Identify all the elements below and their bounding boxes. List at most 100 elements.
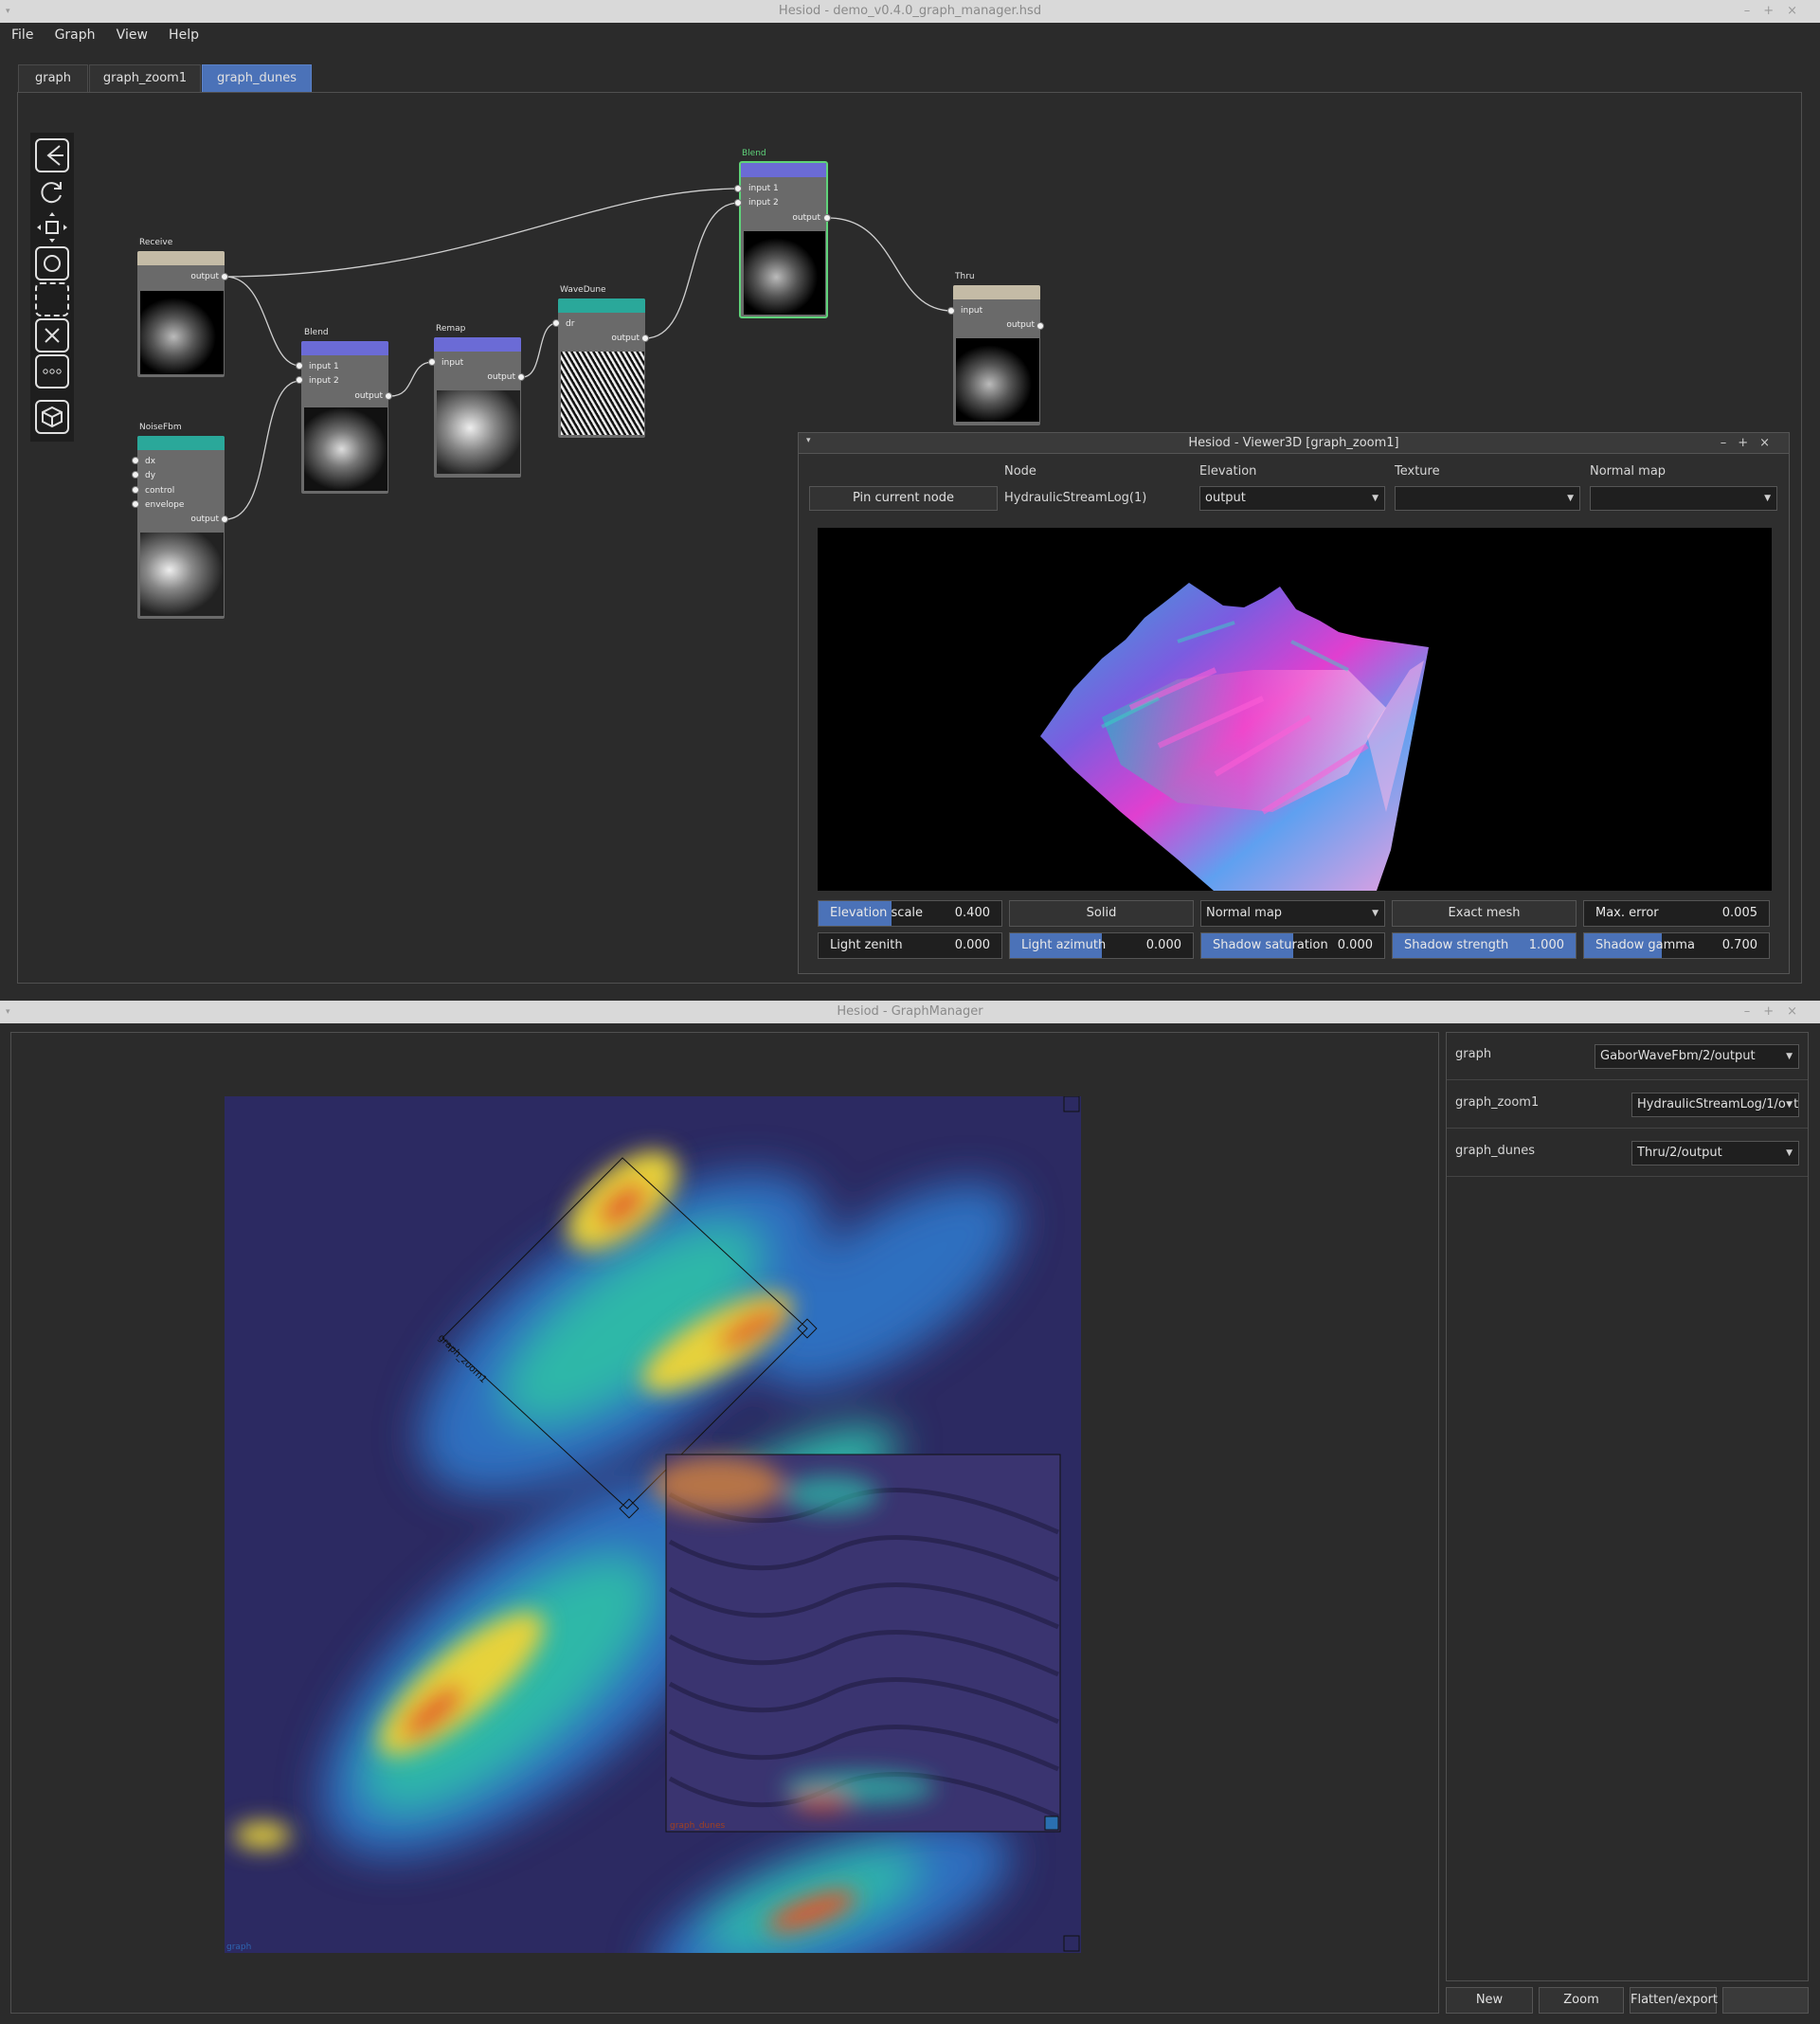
- port-dot[interactable]: [947, 307, 955, 315]
- chevron-down-icon: ▼: [1786, 1148, 1793, 1158]
- viewer3d-canvas[interactable]: [818, 528, 1772, 891]
- port-dot[interactable]: [385, 392, 392, 400]
- window-gap: [0, 985, 1820, 1001]
- render-mode-value: Normal map: [1206, 906, 1283, 920]
- port-input-1: input 1: [748, 184, 779, 193]
- node-header: [953, 285, 1040, 299]
- port-dot[interactable]: [296, 376, 303, 384]
- port-dot[interactable]: [221, 515, 228, 523]
- elevation-scale-slider[interactable]: Elevation scale 0.400: [818, 900, 1002, 927]
- flatten-export-button[interactable]: Flatten/export: [1630, 1987, 1718, 2014]
- slider-label: Light zenith: [830, 938, 903, 952]
- node-header: [301, 341, 388, 355]
- label-normal-map: Normal map: [1590, 464, 1667, 479]
- slider-value: 0.000: [1337, 938, 1373, 952]
- viewer3d-title: Hesiod - Viewer3D [graph_zoom1]: [1188, 436, 1399, 450]
- node-title-thru: Thru: [955, 272, 975, 281]
- slider-value: 1.000: [1528, 938, 1564, 952]
- elevation-select-value: output: [1205, 491, 1246, 505]
- port-output: output: [792, 213, 820, 223]
- port-dot[interactable]: [1036, 322, 1044, 330]
- node-wavedune[interactable]: dr output: [557, 298, 646, 439]
- viewer3d-window-controls[interactable]: –+×: [1721, 433, 1781, 454]
- graph-name: graph_zoom1: [1455, 1095, 1540, 1110]
- chevron-down-icon: ▼: [1372, 909, 1379, 918]
- node-preview: [140, 533, 224, 616]
- port-dot[interactable]: [296, 362, 303, 370]
- port-dot[interactable]: [734, 185, 742, 192]
- graph-name: graph: [1455, 1047, 1492, 1061]
- graph-output-select[interactable]: HydraulicStreamLog/1/outp ▼: [1631, 1093, 1799, 1117]
- window-controls[interactable]: –+×: [1744, 1001, 1811, 1023]
- heightmap-graph[interactable]: graph_zoom1 graph_dunes graph: [225, 1096, 1081, 1953]
- port-dot[interactable]: [132, 486, 139, 494]
- heightmap-render: graph_zoom1 graph_dunes graph: [225, 1096, 1081, 1953]
- graph-output-select[interactable]: GaborWaveFbm/2/output ▼: [1595, 1044, 1799, 1069]
- collapse-icon[interactable]: ▾: [806, 436, 811, 445]
- node-header: [741, 163, 826, 177]
- node-title-receive: Receive: [139, 238, 173, 247]
- port-dot[interactable]: [132, 471, 139, 479]
- render-mode-select[interactable]: Normal map ▼: [1200, 900, 1385, 927]
- node-header: [558, 298, 645, 313]
- slider-label: Shadow saturation: [1213, 938, 1328, 952]
- chevron-down-icon: ▼: [1786, 1093, 1793, 1116]
- graph-list-row[interactable]: graph GaborWaveFbm/2/output ▼: [1447, 1033, 1808, 1080]
- zoom-button[interactable]: Zoom: [1539, 1987, 1624, 2014]
- graph-output-select[interactable]: Thru/2/output ▼: [1631, 1141, 1799, 1166]
- elevation-select[interactable]: output ▼: [1199, 486, 1385, 511]
- window-menu-icon[interactable]: ▾: [6, 1001, 10, 1023]
- node-noisefbm[interactable]: dx dy control envelope output: [136, 435, 225, 620]
- max-error-slider[interactable]: Max. error 0.005: [1583, 900, 1770, 927]
- port-output: output: [190, 515, 219, 524]
- node-header: [434, 337, 521, 352]
- graph-rect-label: graph: [226, 1943, 251, 1952]
- port-input-1: input 1: [309, 362, 339, 371]
- port-input-2: input 2: [748, 198, 779, 208]
- node-title-blend: Blend: [742, 149, 766, 158]
- shadow-gamma-slider[interactable]: Shadow gamma 0.700: [1583, 932, 1770, 959]
- graph-list-row[interactable]: graph_zoom1 HydraulicStreamLog/1/outp ▼: [1447, 1081, 1808, 1129]
- unnamed-button[interactable]: [1722, 1987, 1809, 2014]
- exact-mesh-button[interactable]: Exact mesh: [1392, 900, 1577, 927]
- shadow-saturation-slider[interactable]: Shadow saturation 0.000: [1200, 932, 1385, 959]
- port-dr: dr: [566, 319, 575, 329]
- viewer3d-titlebar: ▾ Hesiod - Viewer3D [graph_zoom1] –+×: [799, 433, 1789, 454]
- slider-label: Light azimuth: [1021, 938, 1107, 952]
- port-dot[interactable]: [517, 373, 525, 381]
- port-dot[interactable]: [132, 500, 139, 508]
- graph-manager-view[interactable]: graph_zoom1 graph_dunes graph: [10, 1032, 1439, 2014]
- solid-button[interactable]: Solid: [1009, 900, 1194, 927]
- slider-value: 0.400: [954, 906, 990, 920]
- node-blend-2[interactable]: input 1 input 2 output: [739, 161, 828, 318]
- chevron-down-icon: ▼: [1567, 494, 1574, 503]
- node-thru[interactable]: input output: [952, 284, 1041, 426]
- pin-current-node-button[interactable]: Pin current node: [809, 486, 998, 511]
- light-azimuth-slider[interactable]: Light azimuth 0.000: [1009, 932, 1194, 959]
- port-input: input: [441, 358, 464, 368]
- port-dot[interactable]: [641, 334, 649, 342]
- port-dot[interactable]: [428, 358, 436, 366]
- label-elevation: Elevation: [1199, 464, 1257, 479]
- node-receive[interactable]: output: [136, 250, 225, 378]
- slider-value: 0.700: [1721, 938, 1757, 952]
- port-dot[interactable]: [221, 273, 228, 280]
- node-remap[interactable]: input output: [433, 336, 522, 479]
- texture-select[interactable]: ▼: [1395, 486, 1580, 511]
- port-dot[interactable]: [552, 319, 560, 327]
- port-dot[interactable]: [132, 457, 139, 464]
- port-output: output: [354, 391, 383, 401]
- port-dot[interactable]: [823, 214, 831, 222]
- new-button[interactable]: New: [1446, 1987, 1533, 2014]
- port-dot[interactable]: [734, 199, 742, 207]
- node-blend-1[interactable]: input 1 input 2 output: [300, 340, 389, 495]
- label-node: Node: [1004, 464, 1036, 479]
- light-zenith-slider[interactable]: Light zenith 0.000: [818, 932, 1002, 959]
- shadow-strength-slider[interactable]: Shadow strength 1.000: [1392, 932, 1577, 959]
- node-preview: [304, 407, 387, 491]
- node-name: HydraulicStreamLog(1): [1004, 491, 1147, 505]
- normal-map-select[interactable]: ▼: [1590, 486, 1777, 511]
- node-preview: [561, 352, 644, 435]
- node-preview: [956, 338, 1039, 422]
- graph-list-row[interactable]: graph_dunes Thru/2/output ▼: [1447, 1129, 1808, 1177]
